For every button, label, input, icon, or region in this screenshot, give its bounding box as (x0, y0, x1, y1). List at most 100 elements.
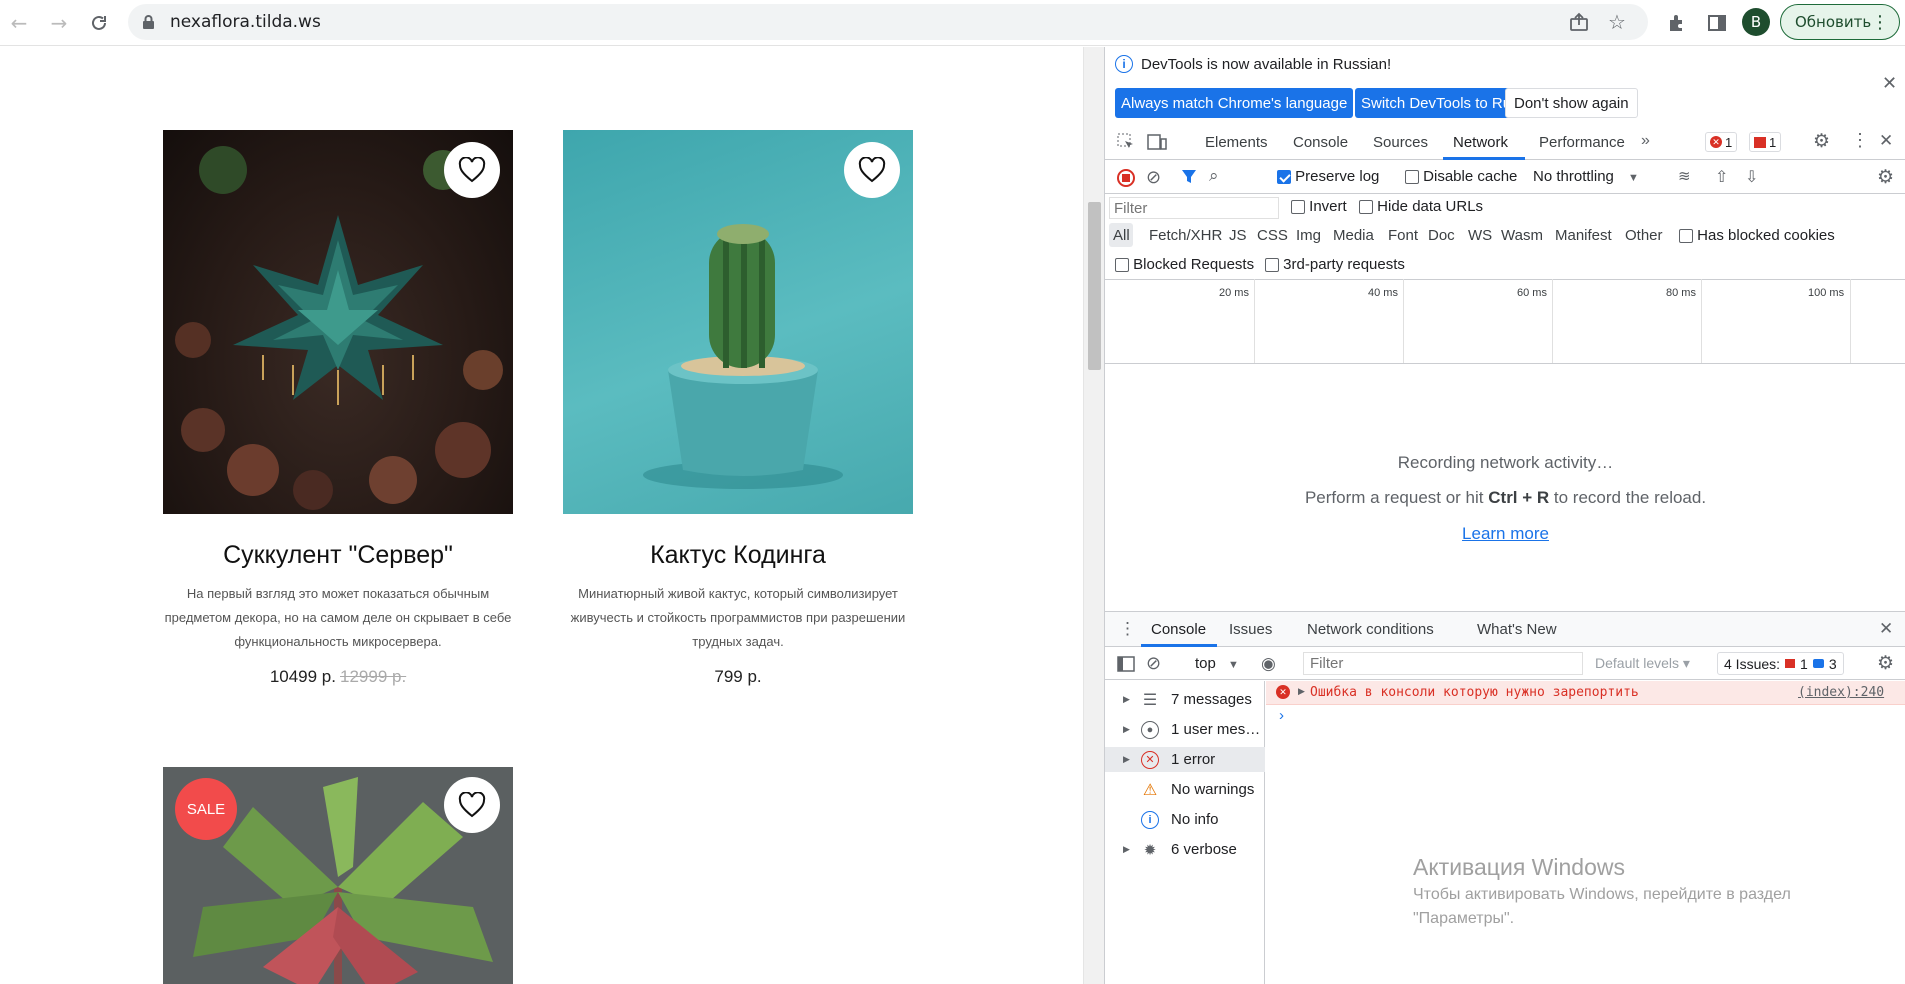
page-scrollbar[interactable] (1083, 47, 1104, 984)
product-image-cactus[interactable] (563, 130, 913, 514)
reload-icon[interactable] (84, 8, 114, 38)
console-filter-input[interactable] (1303, 652, 1583, 675)
network-conditions-icon[interactable]: ≋ (1678, 167, 1691, 185)
issue-flag-icon (1754, 136, 1766, 148)
preserve-log-checkbox[interactable]: Preserve log (1277, 168, 1379, 185)
learn-more-link[interactable]: Learn more (1105, 524, 1905, 544)
more-tabs-icon[interactable]: » (1641, 132, 1650, 150)
favorite-heart-icon[interactable] (844, 142, 900, 198)
throttling-select[interactable]: No throttling ▼ (1533, 168, 1639, 185)
search-icon[interactable]: ⌕ (1209, 166, 1219, 186)
dont-show-again-button[interactable]: Don't show again (1505, 88, 1638, 118)
sidebar-verbose[interactable]: ▶ ✹ 6 verbose (1105, 837, 1265, 862)
sidebar-user-messages[interactable]: ▶ ● 1 user mes… (1105, 717, 1265, 742)
extensions-icon[interactable] (1662, 8, 1692, 38)
favorite-heart-icon[interactable] (444, 777, 500, 833)
product-price: 799 р. (714, 667, 762, 686)
back-icon[interactable]: ← (4, 8, 34, 38)
filter-wasm[interactable]: Wasm (1501, 227, 1543, 244)
network-settings-icon[interactable]: ⚙ (1877, 166, 1894, 189)
windows-watermark-title: Активация Windows (1413, 854, 1625, 880)
info-icon: i (1115, 55, 1133, 73)
error-counter[interactable]: ✕ 1 (1705, 132, 1738, 152)
error-icon: ✕ (1276, 685, 1290, 699)
tab-sources[interactable]: Sources (1373, 134, 1428, 151)
tab-performance[interactable]: Performance (1539, 134, 1625, 151)
product-image-succulent[interactable] (163, 130, 513, 514)
share-icon[interactable] (1568, 11, 1590, 37)
product-title[interactable]: Кактус Кодинга (528, 541, 948, 570)
filter-media[interactable]: Media (1333, 227, 1374, 244)
drawer-tab-whats-new[interactable]: What's New (1477, 621, 1557, 638)
filter-js[interactable]: JS (1229, 227, 1247, 244)
has-blocked-cookies-checkbox[interactable]: Has blocked cookies (1679, 227, 1835, 244)
third-party-requests-checkbox[interactable]: 3rd-party requests (1265, 256, 1405, 273)
issues-counter-button[interactable]: 4 Issues: 1 3 (1717, 652, 1844, 675)
console-settings-icon[interactable]: ⚙ (1877, 652, 1894, 675)
product-title[interactable]: Суккулент "Сервер" (128, 541, 548, 570)
filter-all[interactable]: All (1113, 227, 1130, 244)
import-har-icon[interactable]: ⇧ (1715, 167, 1728, 187)
drawer-tab-network-conditions[interactable]: Network conditions (1307, 621, 1434, 638)
filter-fetch-xhr[interactable]: Fetch/XHR (1149, 227, 1222, 244)
inspect-element-icon[interactable] (1117, 133, 1135, 155)
export-har-icon[interactable]: ⇩ (1745, 167, 1758, 187)
sidebar-errors[interactable]: ▶ ✕ 1 error (1105, 747, 1265, 772)
bookmark-star-icon[interactable]: ☆ (1608, 10, 1626, 34)
always-match-language-button[interactable]: Always match Chrome's language (1115, 88, 1354, 118)
filter-font[interactable]: Font (1388, 227, 1418, 244)
reload-hint: Perform a request or hit Ctrl + R to rec… (1304, 488, 1707, 507)
settings-gear-icon[interactable]: ⚙ (1813, 130, 1830, 153)
tab-console[interactable]: Console (1293, 134, 1348, 151)
drawer-tab-issues[interactable]: Issues (1229, 621, 1272, 638)
filter-ws[interactable]: WS (1468, 227, 1492, 244)
expand-triangle-icon[interactable]: ▶ (1298, 686, 1305, 697)
console-sidebar: ▶ ☰ 7 messages ▶ ● 1 user mes… ▶ ✕ 1 error ⚠ No… (1105, 681, 1265, 984)
timeline-tick: 40 ms (1368, 287, 1398, 299)
drawer-menu-icon[interactable]: ⋮ (1119, 619, 1136, 639)
timeline-tick: 100 ms (1808, 287, 1845, 299)
devtools-menu-icon[interactable]: ⋮ (1851, 130, 1869, 151)
invert-checkbox[interactable]: Invert (1291, 198, 1347, 215)
close-devtools-icon[interactable]: ✕ (1879, 131, 1893, 151)
issue-counter[interactable]: 1 (1749, 132, 1782, 152)
profile-avatar[interactable]: B (1742, 8, 1770, 36)
close-drawer-icon[interactable]: ✕ (1879, 619, 1893, 639)
hide-data-urls-checkbox[interactable]: Hide data URLs (1359, 198, 1483, 215)
tab-elements[interactable]: Elements (1205, 134, 1268, 151)
close-banner-icon[interactable]: ✕ (1882, 73, 1897, 94)
clear-icon[interactable]: ⊘ (1146, 167, 1161, 188)
disable-cache-checkbox[interactable]: Disable cache (1405, 168, 1517, 185)
sidebar-info[interactable]: i No info (1105, 807, 1265, 832)
clear-console-icon[interactable]: ⊘ (1146, 653, 1161, 674)
url-text[interactable]: nexaflora.tilda.ws (170, 12, 321, 32)
log-levels-select[interactable]: Default levels ▾ (1595, 655, 1690, 672)
console-error-row[interactable]: ✕ ▶ Ошибка в консоли которую нужно зареп… (1266, 681, 1905, 705)
favorite-heart-icon[interactable] (444, 142, 500, 198)
timeline-tick: 60 ms (1517, 287, 1547, 299)
tab-network[interactable]: Network (1453, 134, 1508, 151)
live-expression-eye-icon[interactable]: ◉ (1261, 654, 1276, 674)
filter-doc[interactable]: Doc (1428, 227, 1455, 244)
sidebar-messages[interactable]: ▶ ☰ 7 messages (1105, 687, 1265, 712)
sidebar-warnings[interactable]: ⚠ No warnings (1105, 777, 1265, 802)
console-prompt-icon[interactable]: › (1279, 707, 1284, 724)
device-toolbar-icon[interactable] (1147, 133, 1167, 155)
side-panel-icon[interactable] (1702, 8, 1732, 38)
context-select[interactable]: top ▼ (1195, 655, 1239, 672)
filter-manifest[interactable]: Manifest (1555, 227, 1612, 244)
filter-img[interactable]: Img (1296, 227, 1321, 244)
blocked-requests-checkbox[interactable]: Blocked Requests (1115, 256, 1254, 273)
console-sidebar-toggle-icon[interactable] (1117, 655, 1135, 677)
network-filter-input[interactable] (1109, 197, 1279, 219)
error-source-link[interactable]: (index):240 (1798, 685, 1884, 700)
filter-other[interactable]: Other (1625, 227, 1663, 244)
timeline-tick: 20 ms (1219, 287, 1249, 299)
drawer-tab-console[interactable]: Console (1151, 621, 1206, 638)
filter-funnel-icon[interactable] (1181, 169, 1197, 189)
filter-css[interactable]: CSS (1257, 227, 1288, 244)
address-bar[interactable]: nexaflora.tilda.ws ☆ (128, 4, 1648, 40)
update-button[interactable]: Обновить ⋮ (1780, 4, 1900, 40)
record-stop-icon[interactable] (1117, 169, 1135, 187)
forward-icon[interactable]: → (44, 8, 74, 38)
